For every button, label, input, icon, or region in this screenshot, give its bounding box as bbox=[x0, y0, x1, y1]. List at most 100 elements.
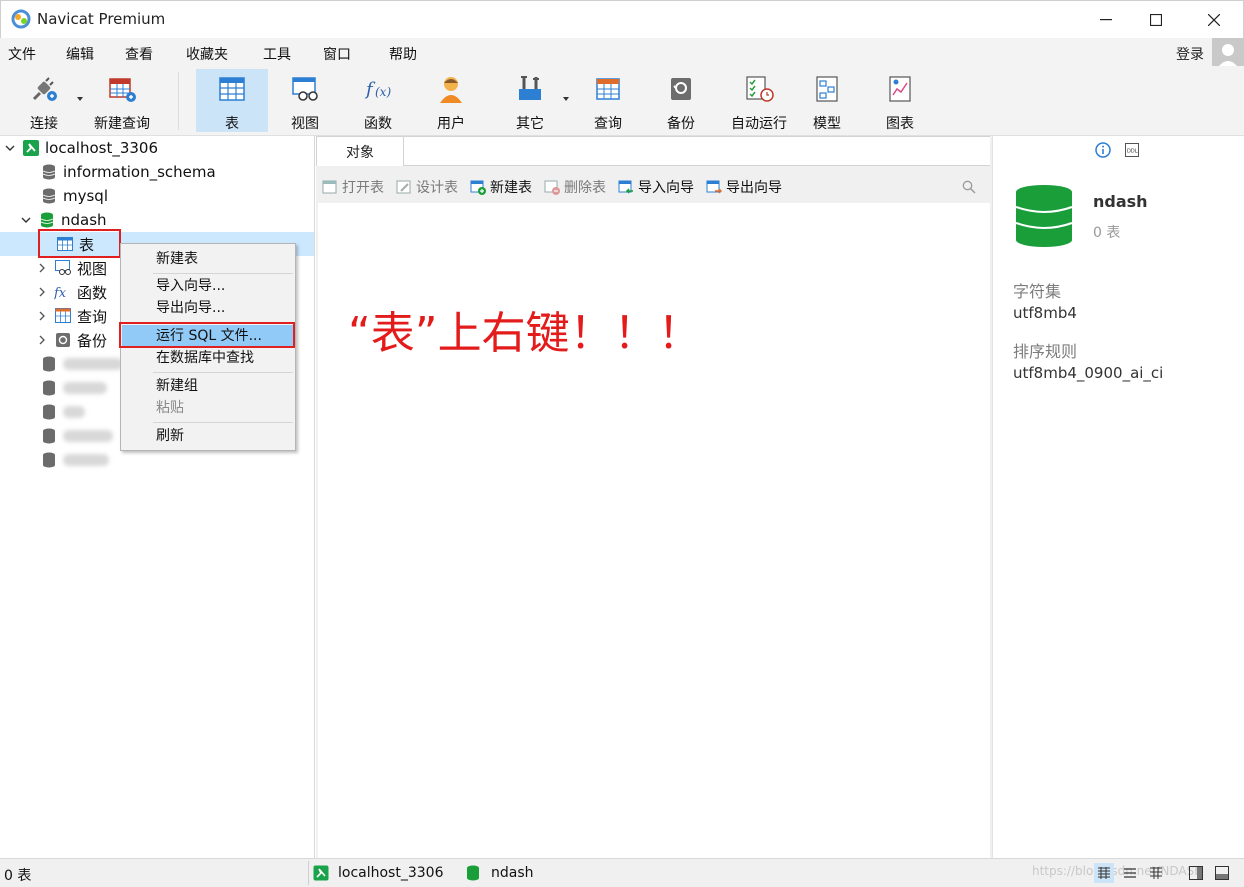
chevron-down-icon[interactable] bbox=[4, 142, 16, 154]
context-menu: 新建表 导入向导... 导出向导... 运行 SQL 文件... 在数据库中查找… bbox=[120, 243, 296, 451]
function-button[interactable]: f (x) 函数 bbox=[348, 69, 408, 132]
connect-dropdown-icon[interactable] bbox=[77, 97, 83, 101]
detail-view-button[interactable] bbox=[1146, 863, 1166, 883]
database-icon bbox=[40, 379, 58, 397]
status-bar: 0 表 localhost_3306 ndash https://blog.cs… bbox=[0, 858, 1244, 887]
menu-separator bbox=[153, 273, 293, 274]
view-icon bbox=[292, 77, 318, 101]
database-large-icon bbox=[1015, 185, 1073, 247]
connection-icon bbox=[313, 865, 329, 881]
list-view-button[interactable] bbox=[1120, 863, 1140, 883]
maximize-button[interactable] bbox=[1131, 1, 1181, 39]
db-name: ndash bbox=[1093, 192, 1148, 211]
menu-item-export-wizard[interactable]: 导出向导... bbox=[122, 297, 294, 319]
menu-item-find-in-database[interactable]: 在数据库中查找 bbox=[122, 347, 294, 369]
menu-separator bbox=[153, 322, 293, 323]
new-table-button[interactable]: 新建表 bbox=[470, 177, 532, 197]
new-table-icon bbox=[470, 180, 486, 195]
table-icon bbox=[56, 235, 74, 253]
menu-separator bbox=[153, 422, 293, 423]
model-button[interactable]: 模型 bbox=[800, 69, 854, 132]
tree-item-mysql[interactable]: mysql bbox=[0, 184, 314, 208]
menu-file[interactable]: 文件 bbox=[8, 44, 36, 64]
tree-label-ndash: ndash bbox=[61, 211, 107, 229]
table-count: 0 表 bbox=[1093, 225, 1121, 241]
other-button[interactable]: 其它 bbox=[500, 69, 560, 132]
user-button[interactable]: 用户 bbox=[422, 69, 480, 132]
object-list-area[interactable]: “表”上右键！！！ bbox=[318, 203, 990, 858]
database-icon bbox=[40, 403, 58, 421]
menu-item-import-wizard[interactable]: 导入向导... bbox=[122, 275, 294, 297]
minimize-button[interactable] bbox=[1081, 1, 1131, 39]
chevron-down-icon[interactable] bbox=[20, 214, 32, 226]
navicat-logo-icon bbox=[11, 9, 31, 29]
backup-icon bbox=[671, 78, 691, 100]
ddl-icon[interactable]: DDL bbox=[1125, 143, 1139, 157]
backup-button[interactable]: 备份 bbox=[652, 69, 710, 132]
tree-item-connection[interactable]: localhost_3306 bbox=[0, 136, 314, 160]
menu-help[interactable]: 帮助 bbox=[389, 44, 417, 64]
delete-table-button[interactable]: 删除表 bbox=[544, 177, 606, 197]
login-link[interactable]: 登录 bbox=[1176, 44, 1204, 64]
tree-label-views: 视图 bbox=[77, 259, 108, 278]
collation-label: 排序规则 bbox=[1013, 342, 1078, 361]
tab-objects[interactable]: 对象 bbox=[316, 136, 404, 166]
other-dropdown-icon[interactable] bbox=[563, 97, 569, 101]
tree-item-redacted-db[interactable] bbox=[0, 448, 314, 472]
user-icon bbox=[440, 77, 462, 103]
database-icon bbox=[40, 355, 58, 373]
menu-item-run-sql-file[interactable]: 运行 SQL 文件... bbox=[122, 325, 294, 347]
chevron-right-icon[interactable] bbox=[36, 286, 48, 298]
database-icon bbox=[40, 451, 58, 469]
tree-item-information-schema[interactable]: information_schema bbox=[0, 160, 314, 184]
new-query-button[interactable]: 新建查询 bbox=[88, 69, 156, 132]
svg-text:(x): (x) bbox=[375, 85, 391, 99]
tree-label-information-schema: information_schema bbox=[63, 163, 216, 181]
toggle-pane-button[interactable] bbox=[1212, 863, 1232, 883]
chart-button[interactable]: 图表 bbox=[872, 69, 928, 132]
close-button[interactable] bbox=[1189, 1, 1239, 39]
query-icon bbox=[596, 78, 620, 100]
menu-item-new-table[interactable]: 新建表 bbox=[122, 248, 294, 270]
query-button[interactable]: 查询 bbox=[580, 69, 636, 132]
design-table-button[interactable]: 设计表 bbox=[396, 177, 458, 197]
search-icon[interactable] bbox=[962, 180, 976, 194]
info-pane-toggle-button[interactable] bbox=[1186, 863, 1206, 883]
menu-item-new-group[interactable]: 新建组 bbox=[122, 375, 294, 397]
window-title: Navicat Premium bbox=[37, 10, 166, 28]
menu-window[interactable]: 窗口 bbox=[323, 44, 351, 64]
object-toolbar: 打开表 设计表 新建表 删除表 导入向导 导出向导 bbox=[316, 173, 990, 201]
collation-value: utf8mb4_0900_ai_ci bbox=[1013, 364, 1164, 382]
chevron-right-icon[interactable] bbox=[36, 310, 48, 322]
connect-button[interactable]: 连接 bbox=[14, 69, 74, 132]
delete-table-icon bbox=[544, 180, 560, 195]
table-button[interactable]: 表 bbox=[196, 69, 268, 132]
chart-icon bbox=[889, 76, 911, 102]
view-icon bbox=[54, 259, 72, 277]
database-icon bbox=[40, 187, 58, 205]
menu-view[interactable]: 查看 bbox=[125, 44, 153, 64]
tree-label-backups: 备份 bbox=[77, 331, 108, 350]
import-wizard-button[interactable]: 导入向导 bbox=[618, 177, 694, 197]
menu-item-paste[interactable]: 粘贴 bbox=[122, 397, 294, 419]
menu-separator bbox=[153, 372, 293, 373]
status-divider bbox=[308, 861, 309, 885]
view-button[interactable]: 视图 bbox=[276, 69, 334, 132]
export-wizard-button[interactable]: 导出向导 bbox=[706, 177, 782, 197]
chevron-right-icon[interactable] bbox=[36, 262, 48, 274]
connection-icon bbox=[22, 139, 40, 157]
backup-icon bbox=[54, 331, 72, 349]
tree-item-ndash[interactable]: ndash bbox=[0, 208, 314, 232]
open-table-button[interactable]: 打开表 bbox=[322, 177, 384, 197]
menu-favorites[interactable]: 收藏夹 bbox=[186, 44, 228, 64]
menu-tools[interactable]: 工具 bbox=[263, 44, 291, 64]
automation-button[interactable]: 自动运行 bbox=[718, 69, 800, 132]
menu-bar: 文件 编辑 查看 收藏夹 工具 窗口 帮助 登录 bbox=[0, 38, 1244, 70]
status-database: ndash bbox=[491, 865, 534, 881]
chevron-right-icon[interactable] bbox=[36, 334, 48, 346]
menu-edit[interactable]: 编辑 bbox=[66, 44, 94, 64]
menu-item-refresh[interactable]: 刷新 bbox=[122, 425, 294, 447]
grid-view-button[interactable] bbox=[1094, 863, 1114, 883]
info-icon[interactable] bbox=[1095, 142, 1111, 158]
charset-value: utf8mb4 bbox=[1013, 304, 1077, 322]
